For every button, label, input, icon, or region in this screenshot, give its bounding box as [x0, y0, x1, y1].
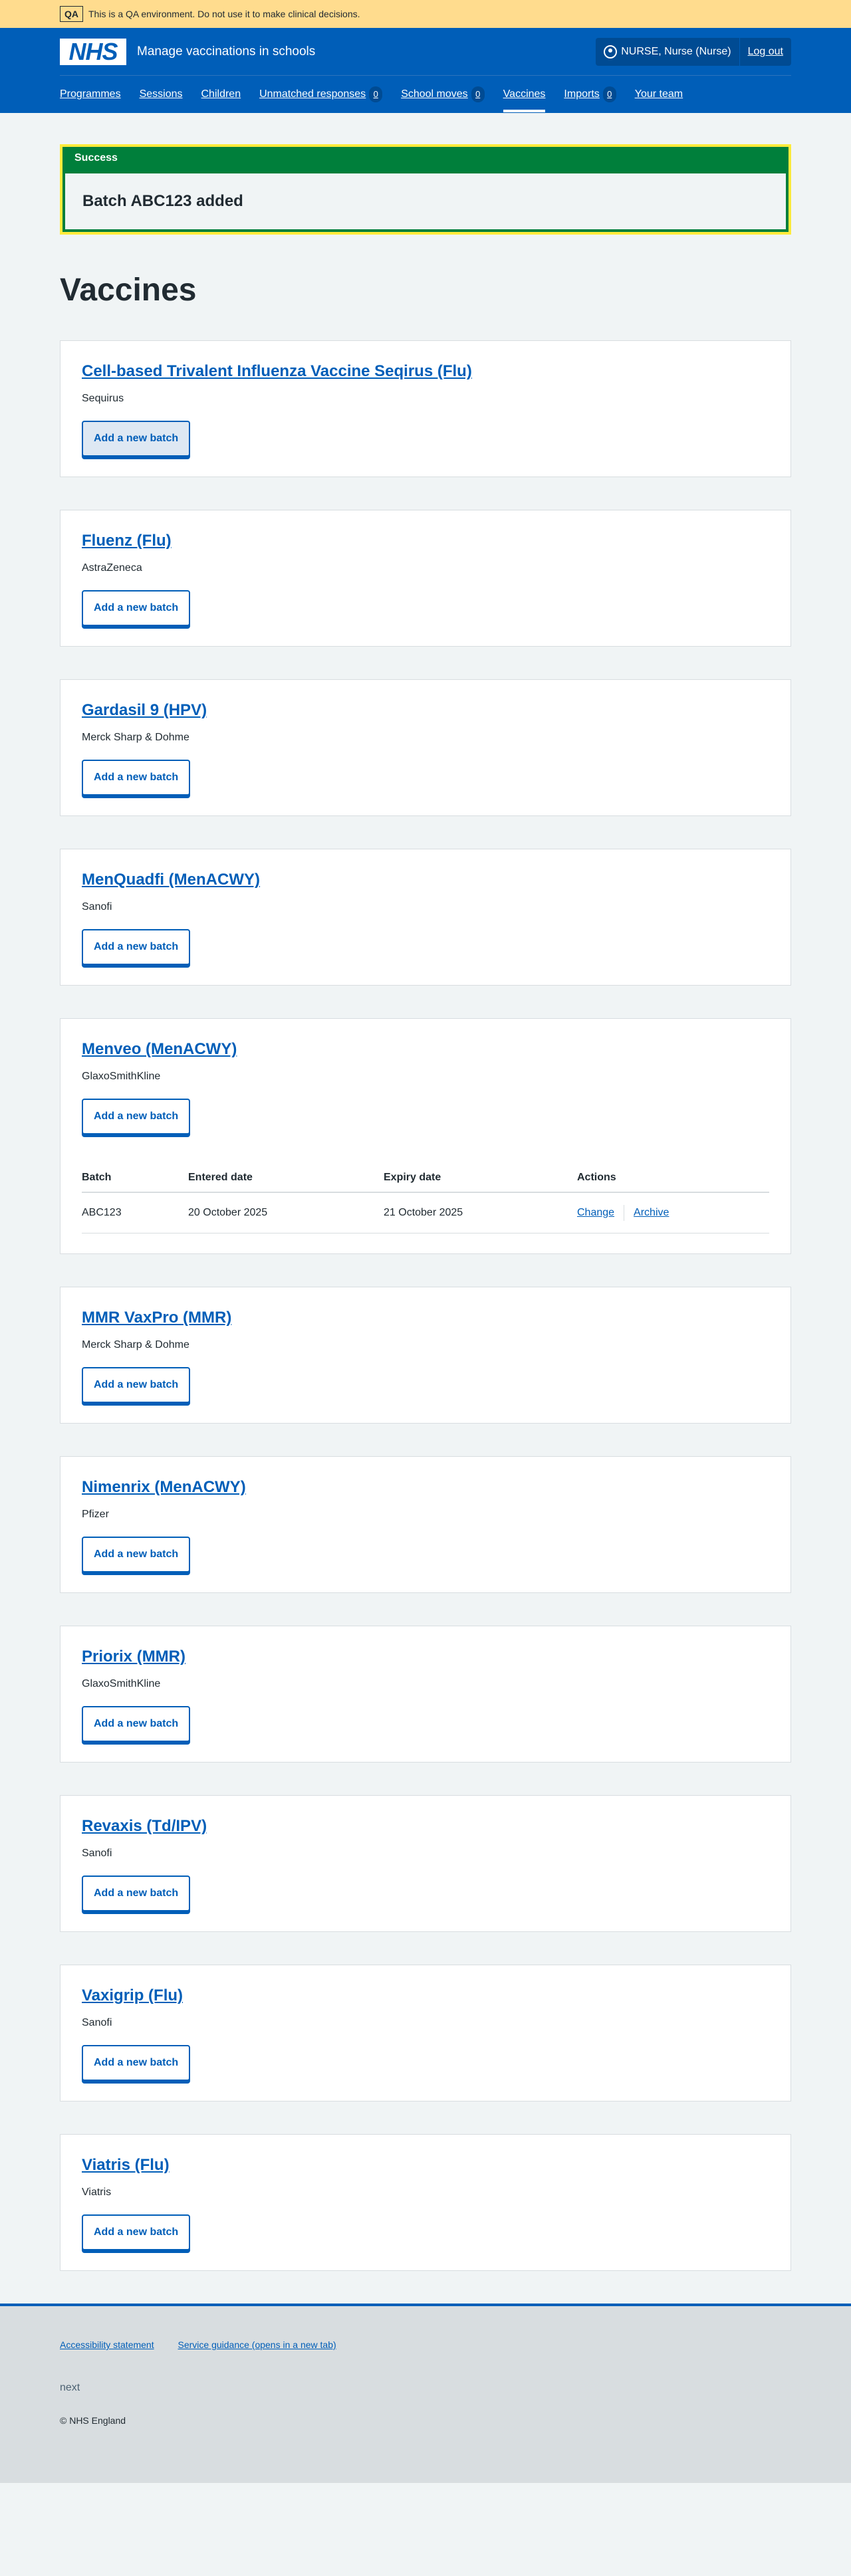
nav-label: Sessions	[139, 88, 183, 100]
vaccine-supplier: Merck Sharp & Dohme	[82, 732, 189, 743]
qa-tag: QA	[60, 6, 83, 22]
nav-label: Imports	[564, 88, 600, 100]
nav-count: 0	[471, 86, 485, 102]
vaccine-supplier: AstraZeneca	[82, 562, 142, 574]
col-actions: Actions	[577, 1164, 769, 1193]
add-batch-button[interactable]: Add a new batch	[82, 1367, 191, 1403]
qa-banner: QA This is a QA environment. Do not use …	[0, 0, 851, 28]
vaccine-card: Gardasil 9 (HPV) Merck Sharp & Dohme Add…	[60, 679, 791, 816]
primary-nav: Programmes Sessions Children Unmatched resp…	[60, 76, 791, 112]
nav-vaccines[interactable]: Vaccines	[503, 76, 546, 112]
add-batch-button[interactable]: Add a new batch	[82, 1706, 191, 1742]
copyright: © NHS England	[60, 2415, 126, 2426]
add-batch-button[interactable]: Add a new batch	[82, 1537, 191, 1572]
vaccine-supplier: Pfizer	[82, 1509, 109, 1520]
vaccine-link[interactable]: Vaxigrip (Flu)	[82, 1986, 183, 2004]
vaccine-supplier: Viatris	[82, 2187, 112, 2198]
vaccine-link[interactable]: Cell-based Trivalent Influenza Vaccine S…	[82, 362, 472, 380]
success-title: Success	[65, 147, 786, 173]
vaccine-link[interactable]: Revaxis (Td/IPV)	[82, 1817, 207, 1835]
table-row: ABC123 20 October 2025 21 October 2025 C…	[82, 1192, 769, 1234]
vaccine-card: Menveo (MenACWY) GlaxoSmithKline Add a n…	[60, 1018, 791, 1254]
vaccine-link[interactable]: Viatris (Flu)	[82, 2156, 170, 2174]
vaccine-card: Vaxigrip (Flu) Sanofi Add a new batch	[60, 1965, 791, 2101]
success-banner: Success Batch ABC123 added	[60, 144, 791, 235]
qa-text: This is a QA environment. Do not use it …	[88, 9, 360, 19]
change-link[interactable]: Change	[577, 1207, 614, 1218]
add-batch-button[interactable]: Add a new batch	[82, 1099, 191, 1134]
nav-children[interactable]: Children	[201, 76, 241, 112]
service-guidance-link[interactable]: Service guidance (opens in a new tab)	[178, 2339, 336, 2350]
vaccine-supplier: Sanofi	[82, 1848, 112, 1859]
nav-label: Programmes	[60, 88, 121, 100]
add-batch-button[interactable]: Add a new batch	[82, 760, 191, 796]
nav-label: Vaccines	[503, 88, 546, 100]
nav-label: Children	[201, 88, 241, 100]
nav-label: Unmatched responses	[259, 88, 366, 100]
vaccine-card: Priorix (MMR) GlaxoSmithKline Add a new …	[60, 1626, 791, 1763]
batch-table: Batch Entered date Expiry date Actions A…	[82, 1164, 769, 1234]
accessibility-link[interactable]: Accessibility statement	[60, 2339, 154, 2350]
vaccine-supplier: GlaxoSmithKline	[82, 1071, 161, 1082]
vaccine-supplier: GlaxoSmithKline	[82, 1678, 161, 1689]
add-batch-button[interactable]: Add a new batch	[82, 2214, 191, 2250]
vaccine-card: Fluenz (Flu) AstraZeneca Add a new batch	[60, 510, 791, 647]
nav-programmes[interactable]: Programmes	[60, 76, 121, 112]
vaccine-supplier: Sanofi	[82, 2017, 112, 2028]
vaccine-link[interactable]: Gardasil 9 (HPV)	[82, 701, 207, 719]
vaccine-card: Nimenrix (MenACWY) Pfizer Add a new batc…	[60, 1456, 791, 1593]
nav-your-team[interactable]: Your team	[635, 76, 683, 112]
nav-imports[interactable]: Imports 0	[564, 76, 616, 112]
vaccine-link[interactable]: Priorix (MMR)	[82, 1648, 185, 1665]
logout-link[interactable]: Log out	[740, 46, 791, 58]
success-message: Batch ABC123 added	[65, 173, 786, 229]
header: NHS Manage vaccinations in schools NURSE…	[0, 28, 851, 113]
add-batch-button[interactable]: Add a new batch	[82, 2045, 191, 2081]
footer: Accessibility statement Service guidance…	[0, 2304, 851, 2483]
nhs-logo[interactable]: NHS	[60, 38, 126, 65]
vaccine-link[interactable]: MenQuadfi (MenACWY)	[82, 871, 260, 889]
add-batch-button[interactable]: Add a new batch	[82, 590, 191, 626]
add-batch-button[interactable]: Add a new batch	[82, 421, 191, 457]
expiry-cell: 21 October 2025	[384, 1192, 577, 1234]
nav-label: Your team	[634, 88, 683, 100]
nav-label: School moves	[401, 88, 468, 100]
add-batch-button[interactable]: Add a new batch	[82, 1876, 191, 1911]
vaccine-link[interactable]: Menveo (MenACWY)	[82, 1040, 237, 1058]
nav-count: 0	[602, 86, 616, 102]
vaccine-link[interactable]: Fluenz (Flu)	[82, 532, 172, 550]
nav-sessions[interactable]: Sessions	[140, 76, 183, 112]
version-text: next	[60, 2382, 80, 2393]
account-menu: NURSE, Nurse (Nurse) Log out	[596, 37, 791, 66]
entered-cell: 20 October 2025	[188, 1192, 384, 1234]
page-title: Vaccines	[60, 272, 197, 308]
user-icon	[604, 45, 618, 58]
batch-cell: ABC123	[82, 1192, 188, 1234]
col-expiry: Expiry date	[384, 1164, 577, 1193]
col-batch: Batch	[82, 1164, 188, 1193]
vaccine-card: Viatris (Flu) Viatris Add a new batch	[60, 2134, 791, 2271]
service-name: Manage vaccinations in schools	[137, 44, 316, 58]
archive-link[interactable]: Archive	[634, 1207, 669, 1218]
vaccine-card: MMR VaxPro (MMR) Merck Sharp & Dohme Add…	[60, 1287, 791, 1424]
vaccine-supplier: Sanofi	[82, 901, 112, 912]
vaccine-card: MenQuadfi (MenACWY) Sanofi Add a new bat…	[60, 849, 791, 986]
user-name: NURSE, Nurse (Nurse)	[621, 45, 731, 57]
vaccine-supplier: Sequirus	[82, 393, 124, 404]
vaccine-link[interactable]: MMR VaxPro (MMR)	[82, 1309, 231, 1327]
nav-unmatched-responses[interactable]: Unmatched responses 0	[259, 76, 383, 112]
vaccine-link[interactable]: Nimenrix (MenACWY)	[82, 1478, 246, 1496]
vaccine-supplier: Merck Sharp & Dohme	[82, 1339, 189, 1350]
nav-school-moves[interactable]: School moves 0	[401, 76, 485, 112]
nav-count: 0	[369, 86, 383, 102]
vaccine-card: Revaxis (Td/IPV) Sanofi Add a new batch	[60, 1795, 791, 1932]
vaccine-card: Cell-based Trivalent Influenza Vaccine S…	[60, 340, 791, 477]
add-batch-button[interactable]: Add a new batch	[82, 929, 191, 965]
col-entered: Entered date	[188, 1164, 384, 1193]
